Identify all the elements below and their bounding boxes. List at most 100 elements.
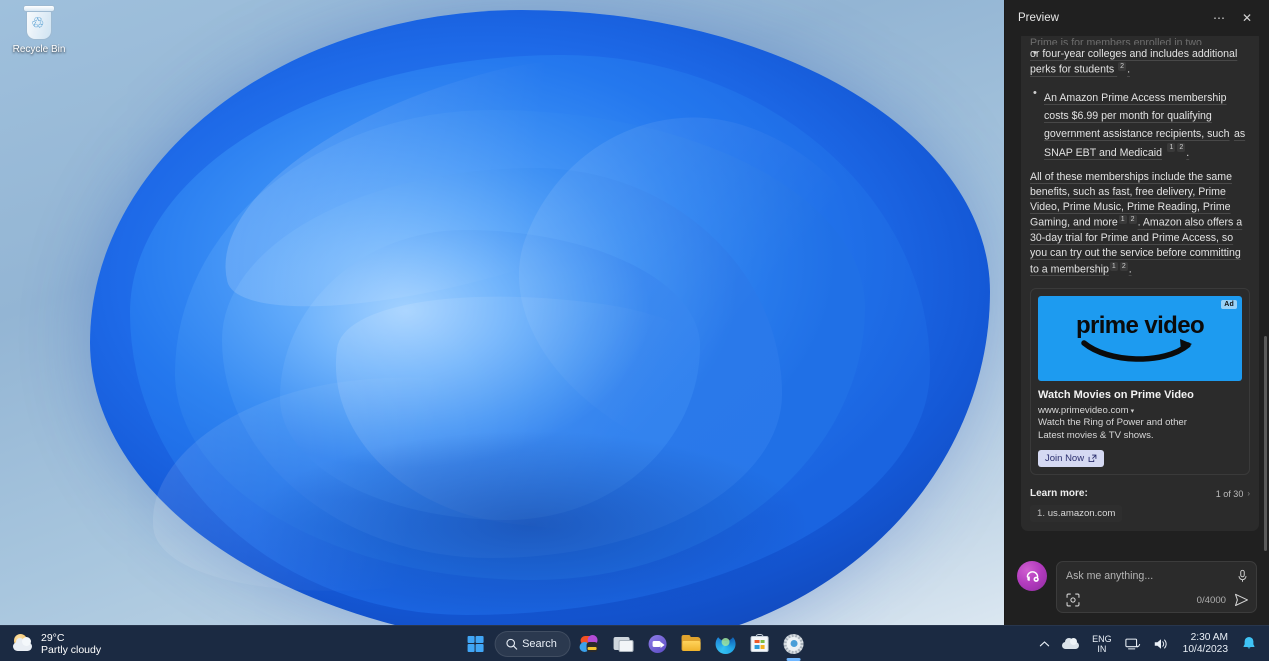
chevron-right-icon[interactable]: › [1247,489,1250,498]
citation-chip[interactable]: 2 [1129,215,1137,224]
microsoft-store-icon [750,634,770,654]
clock[interactable]: 2:30 AM 10/4/2023 [1176,630,1235,658]
copilot-avatar[interactable] [1017,561,1047,591]
source-link-chip[interactable]: 1. us.amazon.com [1030,505,1122,522]
list-item: or four-year colleges and includes addit… [1030,47,1250,78]
copilot-taskbar-button[interactable] [575,629,605,659]
bullet-list: or four-year colleges and includes addit… [1030,47,1250,78]
character-counter: 0/4000 [1197,595,1226,606]
notifications-button[interactable] [1237,630,1261,658]
network-icon [1125,637,1141,651]
weather-temperature: 29°C [41,632,101,644]
bell-icon [1242,636,1256,651]
task-view-icon [614,634,634,654]
weather-text: 29°C Partly cloudy [41,632,101,656]
composer-input-box[interactable]: 0/4000 [1056,561,1257,613]
close-button[interactable]: ✕ [1233,6,1261,30]
search-icon [505,638,517,650]
chevron-down-icon[interactable]: ▾ [1131,408,1135,415]
settings-button[interactable] [779,629,809,659]
citation-chip[interactable]: 1 [1167,143,1175,152]
speaker-icon [1153,637,1169,651]
bullet-2-line-1[interactable]: An Amazon Prime Access membership [1044,92,1227,104]
onedrive-button[interactable] [1057,630,1084,658]
scan-image-button[interactable] [1066,593,1080,607]
show-hidden-icons-button[interactable] [1034,630,1055,658]
bullet-2-line-2: costs $6.99 per month for qualifying [1044,110,1212,122]
scan-image-icon [1066,593,1080,607]
paragraph-part-3: . [1129,263,1132,275]
windows-logo-icon [467,636,483,652]
composer-bottom-row: 0/4000 [1066,593,1249,607]
start-button[interactable] [460,629,490,659]
ad-description: Watch the Ring of Power and other Latest… [1038,417,1242,442]
chevron-up-icon [1039,640,1050,648]
bullet-list-2: An Amazon Prime Access membership costs … [1030,88,1250,161]
copilot-panel-header: Preview ⋯ ✕ [1005,0,1269,36]
search-button[interactable]: Search [494,631,571,657]
panel-scrollbar[interactable] [1264,336,1267,551]
join-now-label: Join Now [1045,453,1084,464]
microphone-button[interactable] [1236,569,1249,583]
taskbar-center-group: Search [460,626,809,661]
assistant-paragraph: All of these memberships include the sam… [1030,170,1250,277]
list-item: An Amazon Prime Access membership costs … [1030,88,1250,161]
ad-url-text: www.primevideo.com [1038,405,1129,416]
pager-count: 1 of 30 [1216,489,1244,499]
ad-description-line-2: Latest movies & TV shows. [1038,430,1242,443]
copilot-icon [580,634,600,654]
ad-banner-image[interactable]: Ad prime video [1038,296,1242,381]
desktop[interactable]: ♲ Recycle Bin [0,0,1005,625]
edge-button[interactable] [711,629,741,659]
ad-title: Watch Movies on Prime Video [1038,388,1242,402]
clock-time: 2:30 AM [1191,632,1228,644]
teams-chat-button[interactable] [643,629,673,659]
citation-chip[interactable]: 2 [1118,62,1126,71]
microphone-icon [1236,569,1249,583]
source-name: us.amazon.com [1048,508,1116,519]
citation-chip[interactable]: 1 [1110,262,1118,271]
prime-video-wordmark: prime video [1076,314,1204,338]
more-options-button[interactable]: ⋯ [1205,6,1233,30]
microsoft-store-button[interactable] [745,629,775,659]
conversation-scroll-area[interactable]: Prime is for members enrolled in two or … [1005,36,1269,551]
citation-chip[interactable]: 1 [1119,215,1127,224]
ellipsis-icon: ⋯ [1213,11,1225,25]
weather-widget[interactable]: 29°C Partly cloudy [0,626,111,661]
ad-url[interactable]: www.primevideo.com▾ [1038,405,1242,416]
file-explorer-button[interactable] [677,629,707,659]
search-label: Search [522,638,557,650]
send-icon [1234,593,1249,607]
source-pager[interactable]: 1 of 30 › [1216,489,1250,499]
composer: 0/4000 [1005,551,1269,625]
language-indicator[interactable]: ENG IN [1086,630,1118,658]
bullet-2-line-3: government assistance recipients, such [1044,128,1229,140]
clipped-text-line: Prime is for members enrolled in two [1030,36,1250,45]
ad-badge: Ad [1221,300,1237,309]
join-now-button[interactable]: Join Now [1038,450,1104,467]
external-link-icon [1088,454,1097,463]
assistant-message: Prime is for members enrolled in two or … [1021,36,1259,531]
desktop-icon-recycle-bin[interactable]: ♲ Recycle Bin [6,4,72,55]
folder-icon [682,634,702,654]
citation-chip[interactable]: 2 [1177,143,1185,152]
recycle-bin-label: Recycle Bin [13,44,66,55]
ask-input[interactable] [1066,568,1236,584]
system-tray: ENG IN 2:30 AM 10/4/2 [1034,626,1269,661]
advertisement-card[interactable]: Ad prime video Watch Movies on Prime Vid… [1030,288,1250,475]
bullet-1-line-1: or four-year colleges and includes [1030,48,1189,60]
moon-cloud-icon [12,633,34,655]
ad-description-line-1: Watch the Ring of Power and other [1038,417,1242,430]
close-icon: ✕ [1242,11,1252,25]
send-button[interactable] [1234,593,1249,607]
volume-button[interactable] [1148,630,1174,658]
citation-chip[interactable]: 2 [1120,262,1128,271]
weather-condition: Partly cloudy [41,644,101,656]
clock-date: 10/4/2023 [1183,644,1228,656]
network-button[interactable] [1120,630,1146,658]
cloud-icon [1062,638,1079,649]
task-view-button[interactable] [609,629,639,659]
period: . [1186,147,1189,159]
learn-more-label: Learn more: [1030,488,1216,499]
source-number: 1. [1037,508,1045,519]
